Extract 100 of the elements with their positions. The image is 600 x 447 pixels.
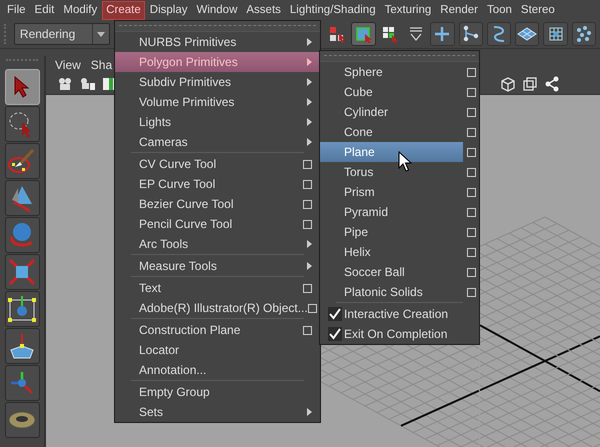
- menu-item[interactable]: Pipe: [320, 222, 463, 242]
- option-box-icon[interactable]: [466, 268, 476, 276]
- toolbar-button[interactable]: [515, 22, 540, 46]
- option-box-icon: [303, 220, 312, 228]
- menu-bar-item[interactable]: Assets: [242, 0, 285, 20]
- overlap-squares-icon[interactable]: [522, 76, 538, 92]
- menu-set-dropdown[interactable]: Rendering: [14, 23, 110, 45]
- option-box-icon[interactable]: [466, 108, 476, 116]
- menu-item[interactable]: Sphere: [320, 62, 463, 82]
- menu-item[interactable]: Prism: [320, 182, 463, 202]
- panel-menu-item[interactable]: View: [50, 58, 86, 72]
- cube-icon[interactable]: [500, 76, 516, 92]
- menu-item[interactable]: Subdiv Primitives: [115, 72, 320, 92]
- menu-item[interactable]: Soccer Ball: [320, 262, 463, 282]
- menu-item[interactable]: Arc Tools: [115, 234, 320, 254]
- menu-bar-item[interactable]: Display: [146, 0, 192, 20]
- option-box-icon: [303, 180, 312, 188]
- menu-item[interactable]: Cone: [320, 122, 463, 142]
- toolbar-button[interactable]: [572, 22, 596, 46]
- menu-item[interactable]: Locator: [115, 340, 320, 360]
- menu-item[interactable]: Lights: [115, 112, 320, 132]
- option-box-icon: [303, 160, 312, 168]
- menu-item[interactable]: CV Curve Tool: [115, 154, 320, 174]
- submenu-arrow-icon: [307, 118, 312, 126]
- toolbar-button[interactable]: [458, 22, 483, 46]
- tool-button[interactable]: [4, 69, 40, 105]
- option-box-icon[interactable]: [466, 148, 476, 156]
- menu-bar-item[interactable]: Toon: [482, 0, 516, 20]
- torus-icon: [7, 410, 37, 430]
- transform-box-icon: [7, 294, 37, 324]
- menu-item[interactable]: Torus: [320, 162, 463, 182]
- option-box-icon: [303, 200, 312, 208]
- option-box-icon[interactable]: [466, 68, 476, 76]
- menu-item[interactable]: Bezier Curve Tool: [115, 194, 320, 214]
- tool-button[interactable]: [4, 328, 40, 364]
- option-box-icon[interactable]: [466, 188, 476, 196]
- menu-item[interactable]: Helix: [320, 242, 463, 262]
- menu-item[interactable]: Cameras: [115, 132, 320, 152]
- menu-item[interactable]: EP Curve Tool: [115, 174, 320, 194]
- option-box-icon[interactable]: [466, 128, 476, 136]
- toolbar-button[interactable]: [430, 22, 455, 46]
- menu-item[interactable]: Exit On Completion: [320, 324, 463, 344]
- menu-item[interactable]: Cylinder: [320, 102, 463, 122]
- option-box-icon[interactable]: [466, 248, 476, 256]
- option-box-icon[interactable]: [466, 208, 476, 216]
- menu-bar-item[interactable]: File: [3, 0, 30, 20]
- bookmark-icon[interactable]: [102, 77, 116, 91]
- tool-button[interactable]: [4, 180, 40, 216]
- menu-item[interactable]: Pyramid: [320, 202, 463, 222]
- object-selection-icon: [354, 25, 373, 43]
- curve-icon: [491, 25, 507, 43]
- submenu-arrow-icon: [307, 138, 312, 146]
- menu-item[interactable]: Plane: [320, 142, 463, 162]
- tool-button[interactable]: [4, 143, 40, 179]
- menu-item[interactable]: Cube: [320, 82, 463, 102]
- menu-bar-item[interactable]: Create: [102, 0, 145, 20]
- menu-item[interactable]: Pencil Curve Tool: [115, 214, 320, 234]
- submenu-arrow-icon: [307, 98, 312, 106]
- particles-icon: [574, 25, 593, 43]
- share-icon[interactable]: [544, 76, 560, 92]
- submenu-arrow-icon: [307, 408, 312, 416]
- menu-item[interactable]: Empty Group: [115, 382, 320, 402]
- submenu-arrow-icon: [307, 38, 312, 46]
- menu-item[interactable]: Adobe(R) Illustrator(R) Object...: [115, 298, 320, 318]
- menu-bar-item[interactable]: Lighting/Shading: [286, 0, 380, 20]
- menu-bar-item[interactable]: Edit: [30, 0, 58, 20]
- camera-icon[interactable]: [80, 77, 96, 91]
- menu-bar-item[interactable]: Stereo: [516, 0, 559, 20]
- option-box-icon[interactable]: [466, 228, 476, 236]
- toolbar-button[interactable]: [351, 22, 376, 46]
- option-box-icon: [303, 326, 312, 334]
- menu-bar-item[interactable]: Render: [436, 0, 482, 20]
- panel-menu-item[interactable]: Sha: [86, 58, 118, 72]
- tool-button[interactable]: [4, 254, 40, 290]
- menu-item[interactable]: NURBS Primitives: [115, 32, 320, 52]
- option-box-icon[interactable]: [466, 88, 476, 96]
- camera-icon[interactable]: [58, 77, 74, 91]
- option-box-icon: [308, 304, 317, 312]
- menu-item[interactable]: Annotation...: [115, 360, 320, 380]
- tool-button[interactable]: [4, 291, 40, 327]
- toolbar-button[interactable]: [486, 22, 512, 46]
- option-box-icon[interactable]: [466, 168, 476, 176]
- menu-bar-item[interactable]: Window: [192, 0, 242, 20]
- menu-item[interactable]: Platonic Solids: [320, 282, 463, 302]
- lattice-icon: [546, 25, 565, 43]
- hierarchy-icon: [328, 25, 346, 43]
- toolbar-button[interactable]: [543, 22, 568, 46]
- menu-item[interactable]: Volume Primitives: [115, 92, 320, 112]
- menu-item[interactable]: Construction Plane: [115, 320, 320, 340]
- option-box-icon[interactable]: [466, 288, 476, 296]
- menu-bar-item[interactable]: Texturing: [380, 0, 436, 20]
- menu-item[interactable]: Text: [115, 278, 320, 298]
- menu-item[interactable]: Interactive Creation: [320, 304, 463, 324]
- menu-item[interactable]: Sets: [115, 402, 320, 422]
- menu-bar-item[interactable]: Modify: [59, 0, 102, 20]
- caret-icon: [96, 32, 105, 36]
- tool-button[interactable]: [4, 106, 40, 142]
- menu-item[interactable]: Measure Tools: [115, 256, 320, 276]
- plane-icon: [517, 27, 538, 41]
- submenu-arrow-icon: [307, 78, 312, 86]
